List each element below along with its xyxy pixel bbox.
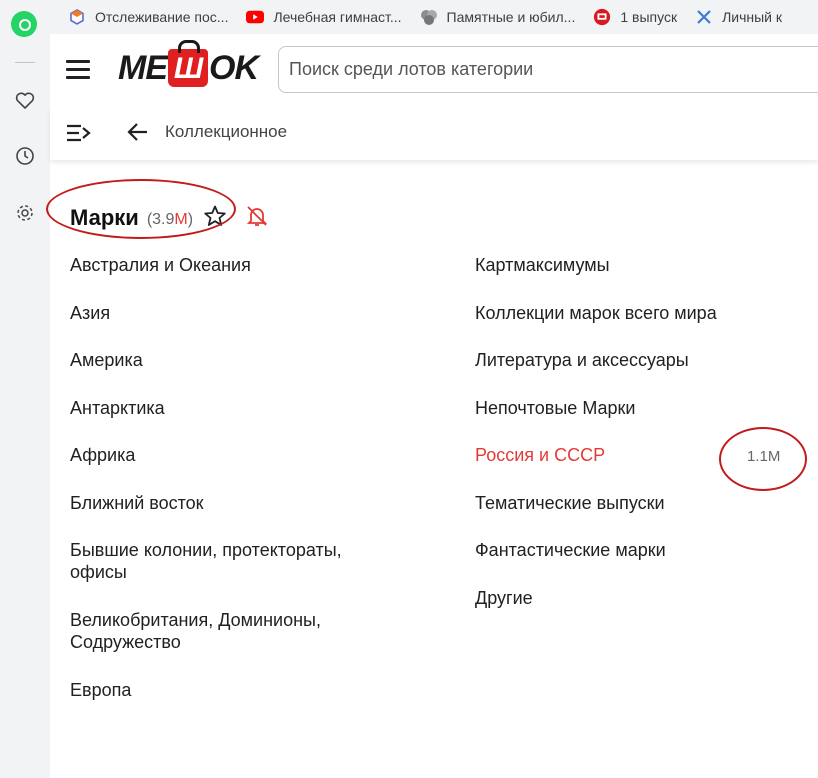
list-item[interactable]: Литература и аксессуары [475,349,689,371]
logo-bag: Ш [168,40,208,87]
sidebar-divider [15,62,35,63]
category-bar: Коллекционное [50,106,818,160]
list-item[interactable]: Картмаксимумы [475,254,610,276]
list-item[interactable]: Бывшие колонии, протектораты, офисы [70,539,370,583]
search-box[interactable] [278,46,818,93]
list-item-highlighted[interactable]: Россия и СССР [475,444,605,466]
list-item[interactable]: Антарктика [70,397,165,419]
personal-icon [695,8,713,26]
list-item[interactable]: Азия [70,302,110,324]
site-header: ME Ш OK [50,34,818,106]
clock-icon[interactable] [12,143,38,169]
highlight-circle [719,427,807,491]
list-item[interactable]: Тематические выпуски [475,492,665,514]
page: ME Ш OK Коллекционное Марки (3.9M) [46,34,818,778]
badge-icon [593,8,611,26]
bookmark-label: 1 выпуск [620,9,678,25]
tracking-icon [68,8,86,26]
bookmark-issue[interactable]: 1 выпуск [593,8,677,26]
bookmark-label: Памятные и юбил... [446,9,576,25]
heart-icon[interactable] [12,88,38,114]
bell-off-icon[interactable] [245,204,269,233]
menu-icon[interactable] [66,60,90,80]
list-item[interactable]: Африка [70,444,135,466]
bookmark-label: Лечебная гимнаст... [273,9,402,25]
bookmark-label: Отслеживание пос... [95,9,229,25]
logo-text-left: ME [118,48,168,87]
category-content: Марки (3.9M) Австралия и Океания Азия Ам… [46,174,818,778]
list-item[interactable]: Непочтовые Марки [475,397,635,419]
list-item[interactable]: Коллекции марок всего мира [475,302,717,324]
youtube-icon [246,8,265,26]
bookmark-gymnastics[interactable]: Лечебная гимнаст... [246,8,402,26]
list-item[interactable]: Другие [475,587,533,609]
highlight-circle [46,179,236,239]
bookmarks-bar: Отслеживание пос... Лечебная гимнаст... … [50,0,818,34]
site-logo[interactable]: ME Ш OK [118,40,259,88]
list-item[interactable]: Европа [70,679,131,701]
list-item[interactable]: Америка [70,349,143,371]
bookmark-coins[interactable]: Памятные и юбил... [420,8,576,26]
whatsapp-icon[interactable] [11,11,37,37]
browser-sidebar [0,0,50,778]
list-item[interactable]: Австралия и Океания [70,254,251,276]
list-item[interactable]: Великобритания, Доминионы, Содружество [70,609,370,653]
list-item[interactable]: Фантастические марки [475,539,666,561]
coin-icon [420,8,438,26]
bookmark-personal[interactable]: Личный к [695,8,782,26]
category-menu-icon[interactable] [66,122,92,144]
logo-text-right: OK [209,48,259,87]
back-arrow-icon[interactable] [126,120,150,144]
breadcrumb[interactable]: Коллекционное [165,122,287,142]
bookmark-tracking[interactable]: Отслеживание пос... [68,8,228,26]
settings-icon[interactable] [12,200,38,226]
list-item[interactable]: Ближний восток [70,492,204,514]
bookmark-label: Личный к [722,9,783,25]
search-input[interactable] [289,59,809,80]
